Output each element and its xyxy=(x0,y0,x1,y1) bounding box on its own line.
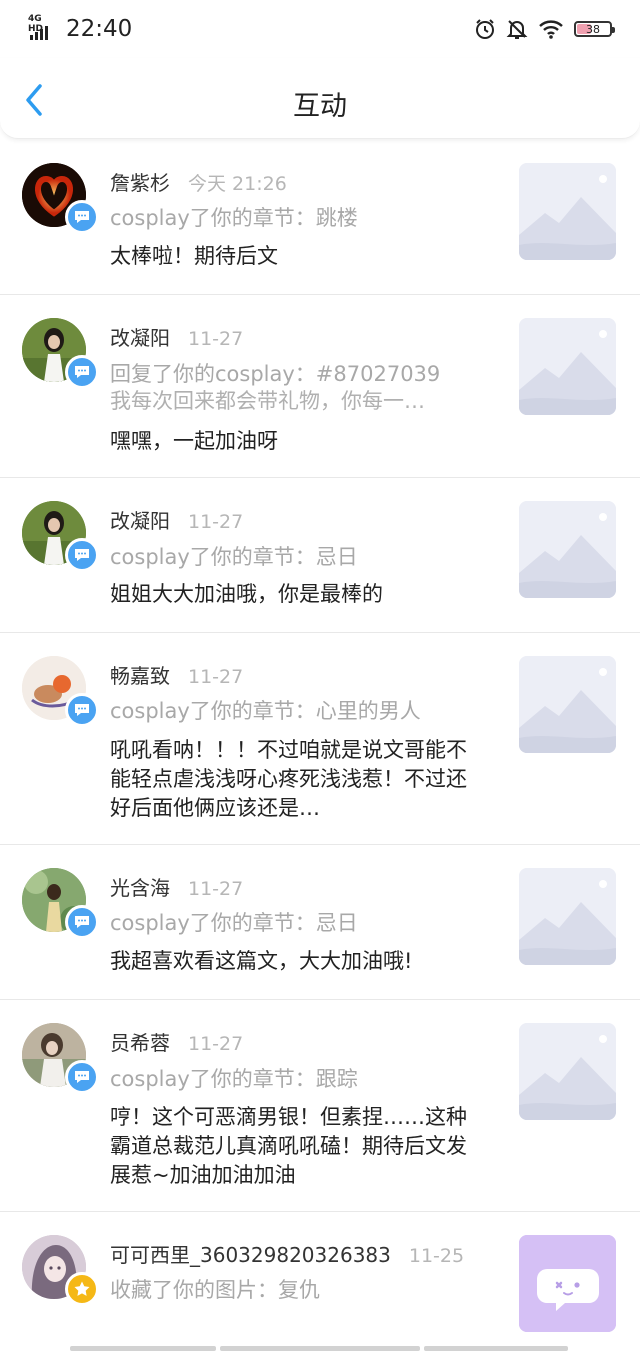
action-text: cosplay了你的章节：忌日 xyxy=(110,545,358,569)
user-name[interactable]: 可可西里_360329820326383 xyxy=(110,1239,391,1268)
list-item[interactable]: 詹紫杉 今天 21:26 cosplay了你的章节：跳楼 太棒啦！期待后文 xyxy=(0,140,640,295)
message-icon xyxy=(65,905,99,939)
home-indicator xyxy=(70,1346,216,1351)
comment-text: 嘿嘿，一起加油呀 xyxy=(110,429,278,453)
list-item[interactable]: 光含海 11-27 cosplay了你的章节：忌日 我超喜欢看这篇文，大大加油哦… xyxy=(0,845,640,1000)
user-name[interactable]: 改凝阳 xyxy=(110,505,170,534)
mute-bell-icon xyxy=(506,20,528,39)
chat-bubble-icon xyxy=(519,1235,616,1332)
action-text: cosplay了你的章节：忌日 xyxy=(110,911,358,935)
comment-text: 哼！这个可恶滴男银！但素捏……这种霸道总裁范儿真滴吼吼磕！期待后文发展惹~加油加… xyxy=(110,1105,467,1187)
comment-text: 吼吼看呐！！！不过咱就是说文哥能不能轻点虐浅浅呀心疼死浅浅惹！不过还好后面他俩应… xyxy=(110,738,467,820)
battery-level: 38 xyxy=(586,22,600,36)
list-item[interactable]: 畅嘉致 11-27 cosplay了你的章节：心里的男人 吼吼看呐！！！不过咱就… xyxy=(0,633,640,845)
action-text: 收藏了你的图片：复仇 xyxy=(110,1278,320,1302)
action-text: cosplay了你的章节：心里的男人 xyxy=(110,699,421,723)
user-name[interactable]: 畅嘉致 xyxy=(110,660,170,689)
timestamp: 11-25 xyxy=(408,1245,465,1267)
list-item[interactable]: 改凝阳 11-27 cosplay了你的章节：忌日 姐姐大大加油哦，你是最棒的 xyxy=(0,478,640,633)
home-indicator xyxy=(220,1346,420,1351)
chat-bubble-thumbnail[interactable] xyxy=(519,1235,616,1332)
timestamp: 11-27 xyxy=(188,1033,244,1055)
interaction-list: 詹紫杉 今天 21:26 cosplay了你的章节：跳楼 太棒啦！期待后文 改凝… xyxy=(0,140,640,1352)
home-indicator xyxy=(424,1346,568,1351)
alarm-icon xyxy=(476,19,494,39)
header: 互动 xyxy=(0,58,640,139)
user-name[interactable]: 改凝阳 xyxy=(110,322,170,351)
message-icon xyxy=(65,200,99,234)
action-text: 回复了你的cosplay：#87027039 xyxy=(110,362,441,386)
status-bar: 4G HD 22:40 38 xyxy=(0,0,640,58)
user-name[interactable]: 员希蓉 xyxy=(110,1027,170,1056)
action-text: cosplay了你的章节：跳楼 xyxy=(110,206,358,230)
action-text: cosplay了你的章节：跟踪 xyxy=(110,1067,358,1091)
timestamp: 11-27 xyxy=(188,328,244,350)
user-name[interactable]: 詹紫杉 xyxy=(110,167,170,196)
timestamp: 今天 21:26 xyxy=(188,173,287,195)
comment-text: 姐姐大大加油哦，你是最棒的 xyxy=(110,582,383,606)
star-icon xyxy=(65,1272,99,1306)
thumbnail-placeholder[interactable] xyxy=(519,163,616,260)
message-icon xyxy=(65,355,99,389)
list-item[interactable]: 可可西里_360329820326383 11-25 收藏了你的图片：复仇 xyxy=(0,1212,640,1352)
timestamp: 11-27 xyxy=(188,878,244,900)
thumbnail-placeholder[interactable] xyxy=(519,1023,616,1120)
thumbnail-placeholder[interactable] xyxy=(519,656,616,753)
list-item[interactable]: 员希蓉 11-27 cosplay了你的章节：跟踪 哼！这个可恶滴男银！但素捏…… xyxy=(0,1000,640,1212)
thumbnail-placeholder[interactable] xyxy=(519,868,616,965)
user-name[interactable]: 光含海 xyxy=(110,872,170,901)
status-time: 22:40 xyxy=(66,16,133,42)
message-icon xyxy=(65,538,99,572)
comment-text: 太棒啦！期待后文 xyxy=(110,244,278,268)
timestamp: 11-27 xyxy=(188,666,244,688)
cellular-signal-icon: 4G HD xyxy=(28,14,58,42)
wifi-icon xyxy=(539,20,563,39)
timestamp: 11-27 xyxy=(188,511,244,533)
message-icon xyxy=(65,693,99,727)
list-item[interactable]: 改凝阳 11-27 回复了你的cosplay：#87027039 回复了你的co… xyxy=(0,295,640,478)
page-title: 互动 xyxy=(293,91,347,122)
comment-text: 我超喜欢看这篇文，大大加油哦! xyxy=(110,949,413,973)
quoted-text: 我每次回来都会带礼物，你每一… xyxy=(110,389,425,413)
message-icon xyxy=(65,1060,99,1094)
thumbnail-placeholder[interactable] xyxy=(519,318,616,415)
thumbnail-placeholder[interactable] xyxy=(519,501,616,598)
battery-icon: 38 xyxy=(574,21,615,37)
